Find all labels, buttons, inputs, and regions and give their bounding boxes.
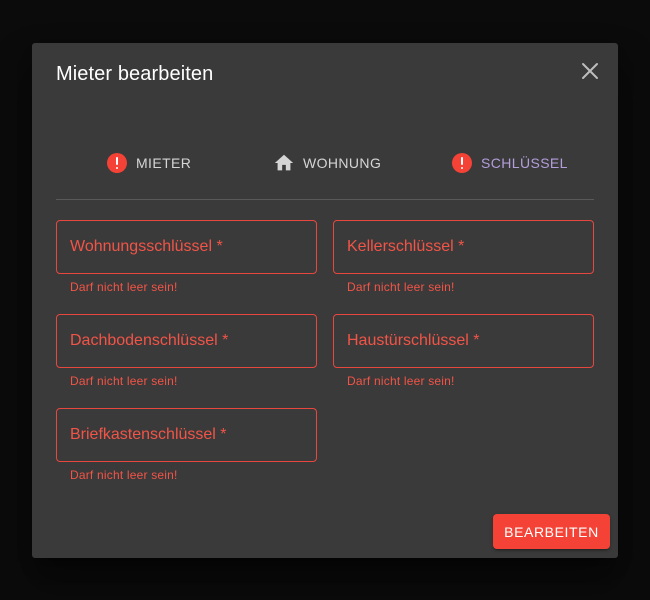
step-wohnung[interactable]: WOHNUNG — [273, 151, 381, 175]
field-wohnungsschluessel: Wohnungsschlüssel * Darf nicht leer sein… — [56, 220, 317, 294]
edit-tenant-dialog: Mieter bearbeiten MIETER WOHNUNG SCHLÜSS… — [32, 43, 618, 558]
bearbeiten-button[interactable]: BEARBEITEN — [493, 514, 610, 549]
error-icon — [106, 152, 128, 174]
dialog-title: Mieter bearbeiten — [56, 63, 214, 85]
kellerschluessel-input[interactable]: Kellerschlüssel * — [333, 220, 594, 274]
field-label: Briefkastenschlüssel * — [70, 426, 227, 443]
haustuerschluessel-input[interactable]: Haustürschlüssel * — [333, 314, 594, 368]
briefkastenschluessel-input[interactable]: Briefkastenschlüssel * — [56, 408, 317, 462]
error-icon — [451, 152, 473, 174]
field-briefkastenschluessel: Briefkastenschlüssel * Darf nicht leer s… — [56, 408, 317, 482]
field-error: Darf nicht leer sein! — [347, 374, 455, 388]
stepper-divider — [56, 199, 594, 200]
stepper: MIETER WOHNUNG SCHLÜSSEL — [56, 143, 594, 183]
field-error: Darf nicht leer sein! — [70, 280, 178, 294]
close-icon — [582, 63, 598, 79]
step-mieter[interactable]: MIETER — [106, 151, 191, 175]
field-haustuerschluessel: Haustürschlüssel * Darf nicht leer sein! — [333, 314, 594, 388]
field-label: Dachbodenschlüssel * — [70, 332, 229, 349]
field-error: Darf nicht leer sein! — [347, 280, 455, 294]
step-schluessel[interactable]: SCHLÜSSEL — [451, 151, 568, 175]
field-label: Haustürschlüssel * — [347, 332, 480, 349]
field-label: Wohnungsschlüssel * — [70, 238, 223, 255]
field-kellerschluessel: Kellerschlüssel * Darf nicht leer sein! — [333, 220, 594, 294]
wohnungsschluessel-input[interactable]: Wohnungsschlüssel * — [56, 220, 317, 274]
field-dachbodenschluessel: Dachbodenschlüssel * Darf nicht leer sei… — [56, 314, 317, 388]
dachbodenschluessel-input[interactable]: Dachbodenschlüssel * — [56, 314, 317, 368]
step-label-mieter: MIETER — [136, 155, 192, 171]
step-label-schluessel: SCHLÜSSEL — [481, 155, 568, 171]
step-label-wohnung: WOHNUNG — [303, 155, 382, 171]
field-error: Darf nicht leer sein! — [70, 468, 178, 482]
home-icon — [273, 152, 295, 174]
close-button[interactable] — [578, 59, 602, 83]
field-error: Darf nicht leer sein! — [70, 374, 178, 388]
field-label: Kellerschlüssel * — [347, 238, 465, 255]
